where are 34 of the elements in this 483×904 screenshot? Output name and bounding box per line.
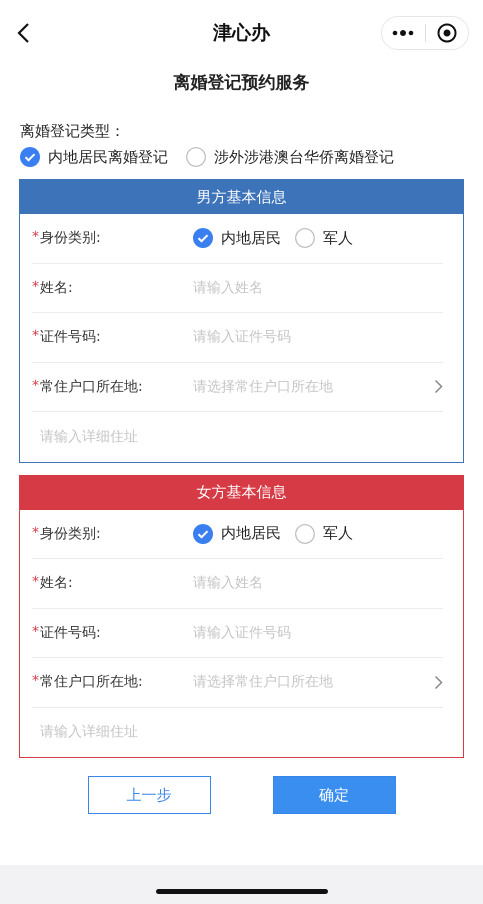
field-label: 常住户口所在地:	[40, 378, 143, 396]
target-icon	[436, 22, 457, 42]
page-title: 离婚登记预约服务	[172, 72, 310, 94]
radio-option[interactable]: 内地居民	[193, 228, 281, 248]
required-mark: *	[32, 624, 40, 642]
field-label: 姓名:	[40, 278, 73, 297]
required-mark: *	[32, 278, 40, 297]
app-title: 津心办	[213, 20, 270, 46]
field-label: 证件号码:	[40, 624, 101, 642]
radio-option[interactable]: 军人	[295, 524, 353, 544]
more-icon	[392, 30, 414, 36]
field-label: 身份类别:	[40, 524, 101, 543]
back-button[interactable]	[16, 22, 30, 44]
field-label: 离婚登记类型：	[20, 122, 126, 141]
field-label: 证件号码:	[40, 328, 101, 346]
chevron-right-icon	[434, 379, 443, 394]
required-mark: *	[32, 378, 40, 396]
field-label: 常住户口所在地:	[40, 673, 143, 692]
field-label: 身份类别:	[40, 229, 101, 248]
back-step-button[interactable]: 上一步	[88, 776, 210, 814]
radio-option[interactable]: 内地居民	[193, 524, 281, 544]
required-mark: *	[32, 524, 40, 543]
chevron-right-icon	[434, 674, 443, 690]
radio-option[interactable]: 内地居民离婚登记	[20, 147, 168, 167]
required-mark: *	[32, 229, 40, 248]
back-icon	[16, 22, 30, 44]
required-mark: *	[32, 673, 40, 692]
radio-option[interactable]: 军人	[295, 228, 353, 248]
section-header: 男方基本信息	[20, 180, 463, 214]
field-label: 姓名:	[40, 574, 73, 592]
required-mark: *	[32, 574, 40, 592]
radio-option[interactable]: 涉外涉港澳台华侨离婚登记	[186, 147, 394, 167]
section-header: 女方基本信息	[20, 476, 463, 510]
required-mark: *	[32, 328, 40, 346]
